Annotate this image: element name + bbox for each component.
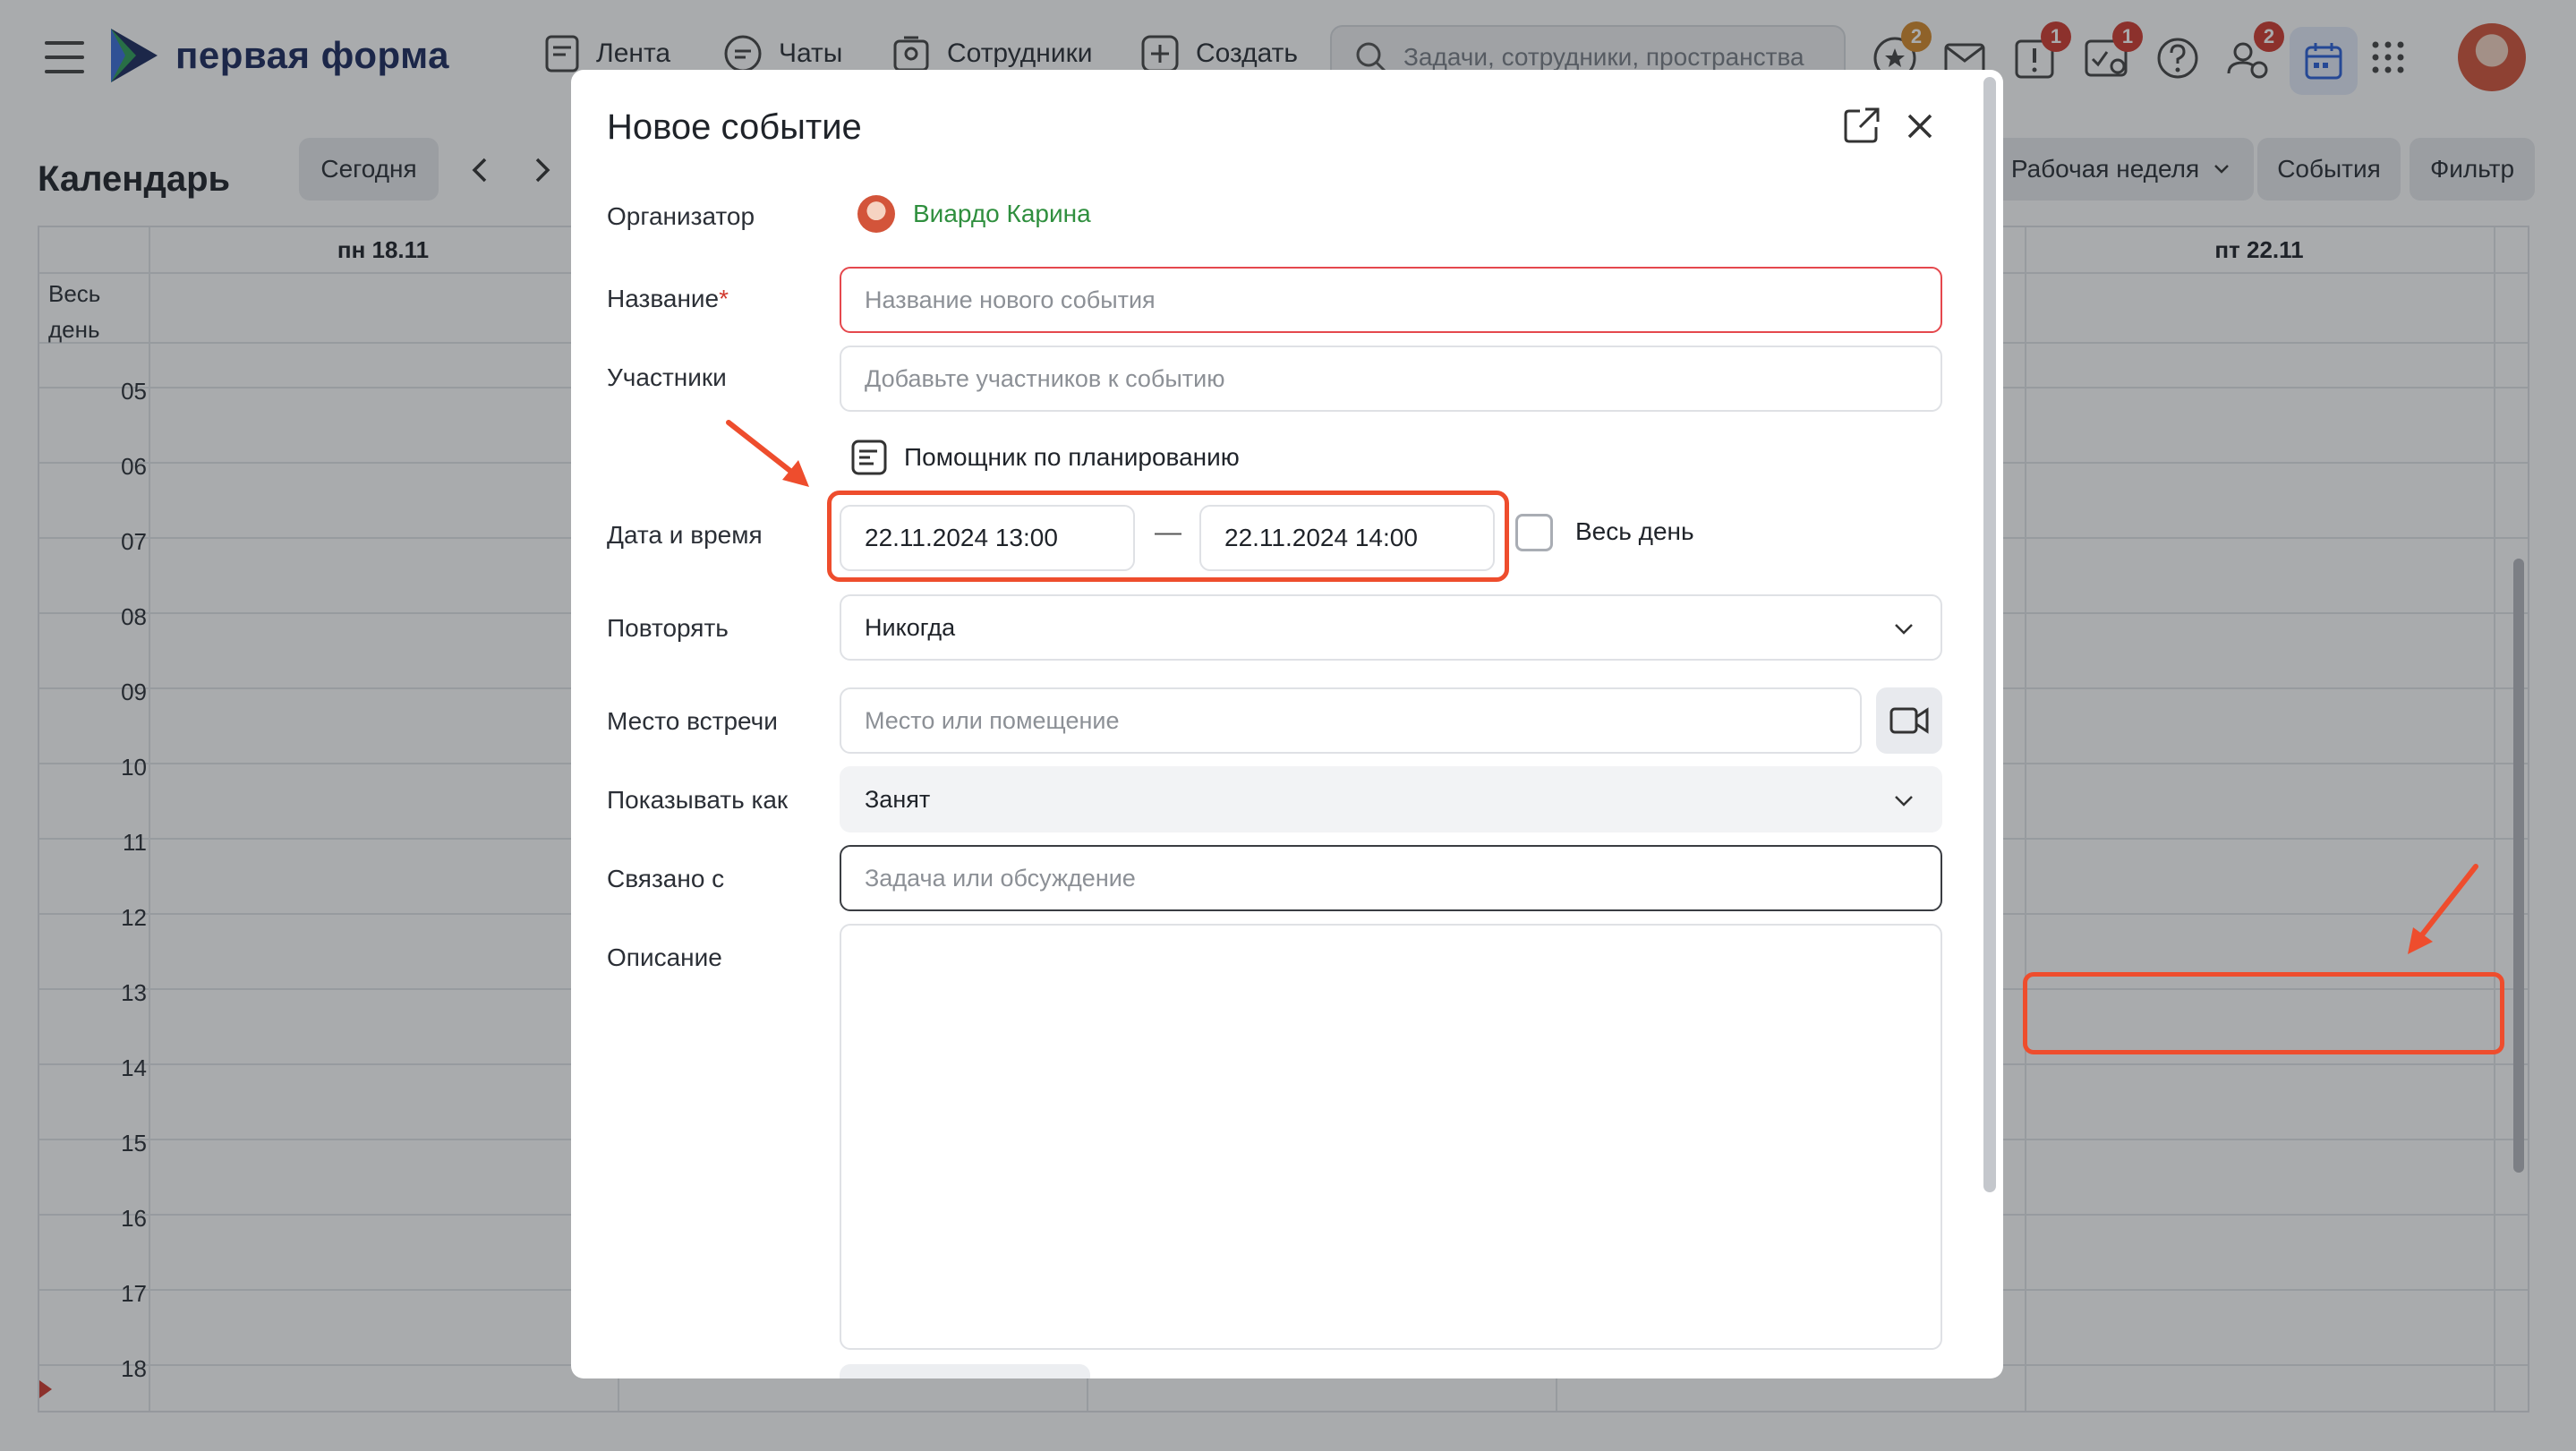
- dialog-scrollbar[interactable]: [1983, 77, 1996, 1192]
- dialog-title: Новое событие: [607, 107, 862, 147]
- video-camera-icon: [1889, 707, 1929, 734]
- organizer-name: Виардо Карина: [913, 200, 1091, 227]
- show-as-select[interactable]: Занят: [840, 766, 1942, 832]
- allday-checkbox-label: Весь день: [1575, 517, 1694, 545]
- datetime-label: Дата и время: [607, 521, 763, 549]
- close-icon[interactable]: [1905, 111, 1935, 141]
- chevron-down-icon: [1895, 624, 1913, 635]
- repeat-label: Повторять: [607, 614, 729, 642]
- repeat-select[interactable]: Никогда: [840, 594, 1942, 661]
- repeat-value: Никогда: [865, 613, 956, 641]
- participants-placeholder: Добавьте участников к событию: [865, 364, 1225, 392]
- open-external-icon[interactable]: [1842, 106, 1881, 145]
- location-input[interactable]: Место или помещение: [840, 687, 1862, 754]
- scheduler-icon: [851, 440, 887, 475]
- datetime-highlight: [827, 491, 1509, 582]
- location-placeholder: Место или помещение: [865, 706, 1120, 734]
- scheduling-assistant-label: Помощник по планированию: [904, 443, 1240, 471]
- video-meeting-button[interactable]: [1876, 687, 1942, 754]
- required-mark: *: [719, 285, 729, 312]
- show-as-label: Показывать как: [607, 786, 789, 814]
- organizer-label: Организатор: [607, 202, 755, 230]
- participants-input[interactable]: Добавьте участников к событию: [840, 346, 1942, 412]
- event-name-placeholder: Название нового события: [865, 286, 1156, 313]
- location-label: Место встречи: [607, 707, 778, 735]
- selected-slot-highlight: [2023, 972, 2504, 1054]
- attach-button[interactable]: [840, 1364, 1090, 1378]
- event-name-input[interactable]: Название нового события: [840, 267, 1942, 333]
- arrow-annotation-datetime: [726, 420, 809, 487]
- description-textarea[interactable]: [840, 924, 1942, 1350]
- participants-label: Участники: [607, 363, 727, 391]
- scheduling-assistant-button[interactable]: Помощник по планированию: [850, 439, 1240, 476]
- new-event-dialog: Новое событие Организатор Виардо Карина …: [571, 70, 2003, 1378]
- related-label: Связано с: [607, 865, 725, 892]
- name-label: Название*: [607, 285, 729, 312]
- arrow-annotation-slot: [2408, 864, 2478, 954]
- show-as-value: Занят: [865, 785, 931, 813]
- related-input[interactable]: Задача или обсуждение: [840, 845, 1942, 911]
- description-label: Описание: [607, 943, 722, 971]
- organizer-avatar: [857, 195, 895, 233]
- allday-checkbox[interactable]: [1515, 514, 1553, 551]
- chevron-down-icon: [1895, 796, 1913, 807]
- organizer-value[interactable]: Виардо Карина: [857, 195, 1091, 233]
- related-placeholder: Задача или обсуждение: [865, 864, 1136, 892]
